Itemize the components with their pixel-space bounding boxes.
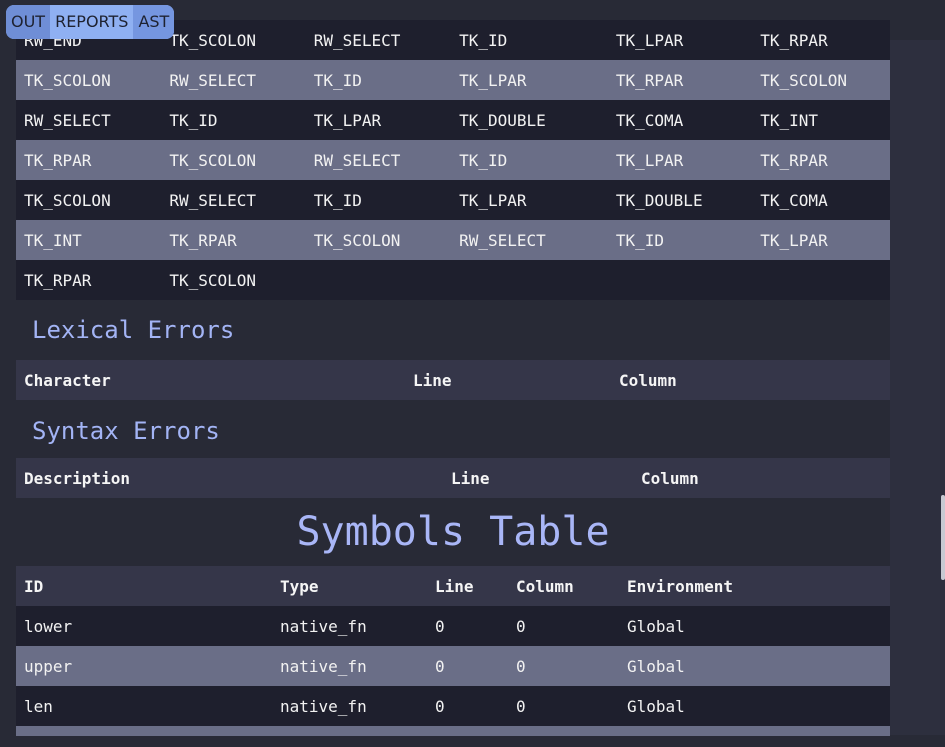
- token-cell: TK_ID: [313, 190, 362, 210]
- table-row: TK_SCOLON RW_SELECT TK_ID TK_LPAR TK_DOU…: [16, 180, 890, 220]
- token-cell: TK_RPAR: [760, 30, 828, 50]
- symbols-table-header: ID Type Line Column Environment: [16, 566, 890, 606]
- vertical-scrollbar[interactable]: [890, 40, 945, 735]
- token-cell: TK_RPAR: [24, 270, 92, 290]
- view-tabs: OUT REPORTS AST: [6, 5, 175, 39]
- token-cell: TK_ID: [615, 230, 665, 250]
- symbol-id: upper: [24, 656, 73, 676]
- table-row: TK_SCOLON RW_SELECT TK_ID TK_LPAR TK_RPA…: [16, 60, 890, 100]
- token-cell: TK_ID: [169, 110, 218, 130]
- table-row: lower native_fn 0 0 Global: [16, 606, 890, 646]
- token-cell: TK_INT: [760, 110, 819, 130]
- token-cell: TK_DOUBLE: [615, 190, 703, 210]
- symbol-type: native_fn: [280, 696, 367, 716]
- token-cell: TK_LPAR: [459, 190, 527, 210]
- lexical-errors-header: Character Line Column: [16, 360, 890, 400]
- syntax-errors-header: Description Line Column: [16, 458, 890, 498]
- symbol-type: native_fn: [280, 616, 367, 636]
- token-cell: RW_SELECT: [459, 230, 546, 250]
- token-cell: RW_SELECT: [313, 150, 401, 170]
- table-row: RW_SELECT TK_ID TK_LPAR TK_DOUBLE TK_COM…: [16, 100, 890, 140]
- token-cell: TK_RPAR: [24, 150, 92, 170]
- symbol-column: 0: [516, 656, 526, 676]
- symbol-line: 0: [435, 656, 445, 676]
- column-header: Line: [413, 370, 452, 390]
- token-cell: RW_SELECT: [169, 190, 257, 210]
- token-cell: TK_LPAR: [615, 150, 684, 170]
- tab-out[interactable]: OUT: [6, 5, 51, 39]
- symbol-type: native_fn: [280, 656, 367, 676]
- column-header: Line: [451, 468, 490, 488]
- column-header: Type: [280, 576, 319, 596]
- reports-content: RW_END TK_SCOLON RW_SELECT TK_ID TK_LPAR…: [16, 20, 890, 736]
- token-cell: TK_SCOLON: [24, 190, 111, 210]
- token-cell: RW_SELECT: [24, 110, 111, 130]
- token-cell: TK_ID: [459, 30, 508, 50]
- syntax-errors-title: Syntax Errors: [32, 417, 220, 445]
- symbol-line: 0: [435, 696, 445, 716]
- token-cell: TK_LPAR: [615, 30, 684, 50]
- token-cell: TK_SCOLON: [760, 70, 847, 90]
- table-row: TK_RPAR TK_SCOLON: [16, 260, 890, 300]
- column-header: Description: [24, 468, 130, 488]
- symbol-column: 0: [516, 696, 526, 716]
- table-row: upper native_fn 0 0 Global: [16, 646, 890, 686]
- token-cell: TK_SCOLON: [24, 70, 111, 90]
- symbol-environment: Global: [627, 616, 685, 636]
- column-header: ID: [24, 576, 44, 596]
- table-row: len native_fn 0 0 Global: [16, 686, 890, 726]
- token-cell: TK_COMA: [615, 110, 684, 130]
- lexical-errors-title: Lexical Errors: [32, 316, 235, 344]
- scrollbar-thumb[interactable]: [941, 495, 945, 580]
- column-header: Character: [24, 370, 111, 390]
- token-cell: TK_INT: [24, 230, 82, 250]
- column-header: Column: [516, 576, 574, 596]
- token-cell: TK_LPAR: [760, 230, 828, 250]
- token-cell: TK_SCOLON: [169, 270, 257, 290]
- symbol-column: 0: [516, 616, 526, 636]
- symbols-table-body: lower native_fn 0 0 Global upper native_…: [16, 606, 890, 736]
- token-cell: RW_SELECT: [169, 70, 257, 90]
- token-cell: TK_SCOLON: [169, 30, 257, 50]
- column-header: Column: [641, 468, 699, 488]
- reports-panel[interactable]: RW_END TK_SCOLON RW_SELECT TK_ID TK_LPAR…: [0, 0, 890, 747]
- token-cell: TK_RPAR: [615, 70, 684, 90]
- token-cell: TK_LPAR: [313, 110, 382, 130]
- token-cell: TK_ID: [459, 150, 508, 170]
- token-cell: TK_LPAR: [459, 70, 527, 90]
- column-header: Line: [435, 576, 474, 596]
- token-cell: TK_SCOLON: [169, 150, 257, 170]
- token-cell: TK_ID: [313, 70, 362, 90]
- token-cell: TK_DOUBLE: [459, 110, 546, 130]
- table-row: TK_RPAR TK_SCOLON RW_SELECT TK_ID TK_LPA…: [16, 140, 890, 180]
- symbol-id: lower: [24, 616, 73, 636]
- symbol-environment: Global: [627, 656, 685, 676]
- tab-reports[interactable]: REPORTS: [50, 5, 133, 39]
- symbol-line: 0: [435, 616, 445, 636]
- tab-ast[interactable]: AST: [133, 5, 175, 39]
- table-row: [16, 726, 890, 736]
- symbols-table-title: Symbols Table: [296, 509, 610, 555]
- token-cell: RW_SELECT: [313, 30, 401, 50]
- symbol-environment: Global: [627, 696, 685, 716]
- column-header: Environment: [627, 576, 733, 596]
- table-row: TK_INT TK_RPAR TK_SCOLON RW_SELECT TK_ID…: [16, 220, 890, 260]
- column-header: Column: [619, 370, 677, 390]
- token-cell: TK_SCOLON: [313, 230, 401, 250]
- token-cell: TK_COMA: [760, 190, 828, 210]
- tokens-table: RW_END TK_SCOLON RW_SELECT TK_ID TK_LPAR…: [16, 20, 890, 300]
- symbol-id: len: [24, 696, 53, 716]
- token-cell: TK_RPAR: [169, 230, 237, 250]
- token-cell: TK_RPAR: [760, 150, 828, 170]
